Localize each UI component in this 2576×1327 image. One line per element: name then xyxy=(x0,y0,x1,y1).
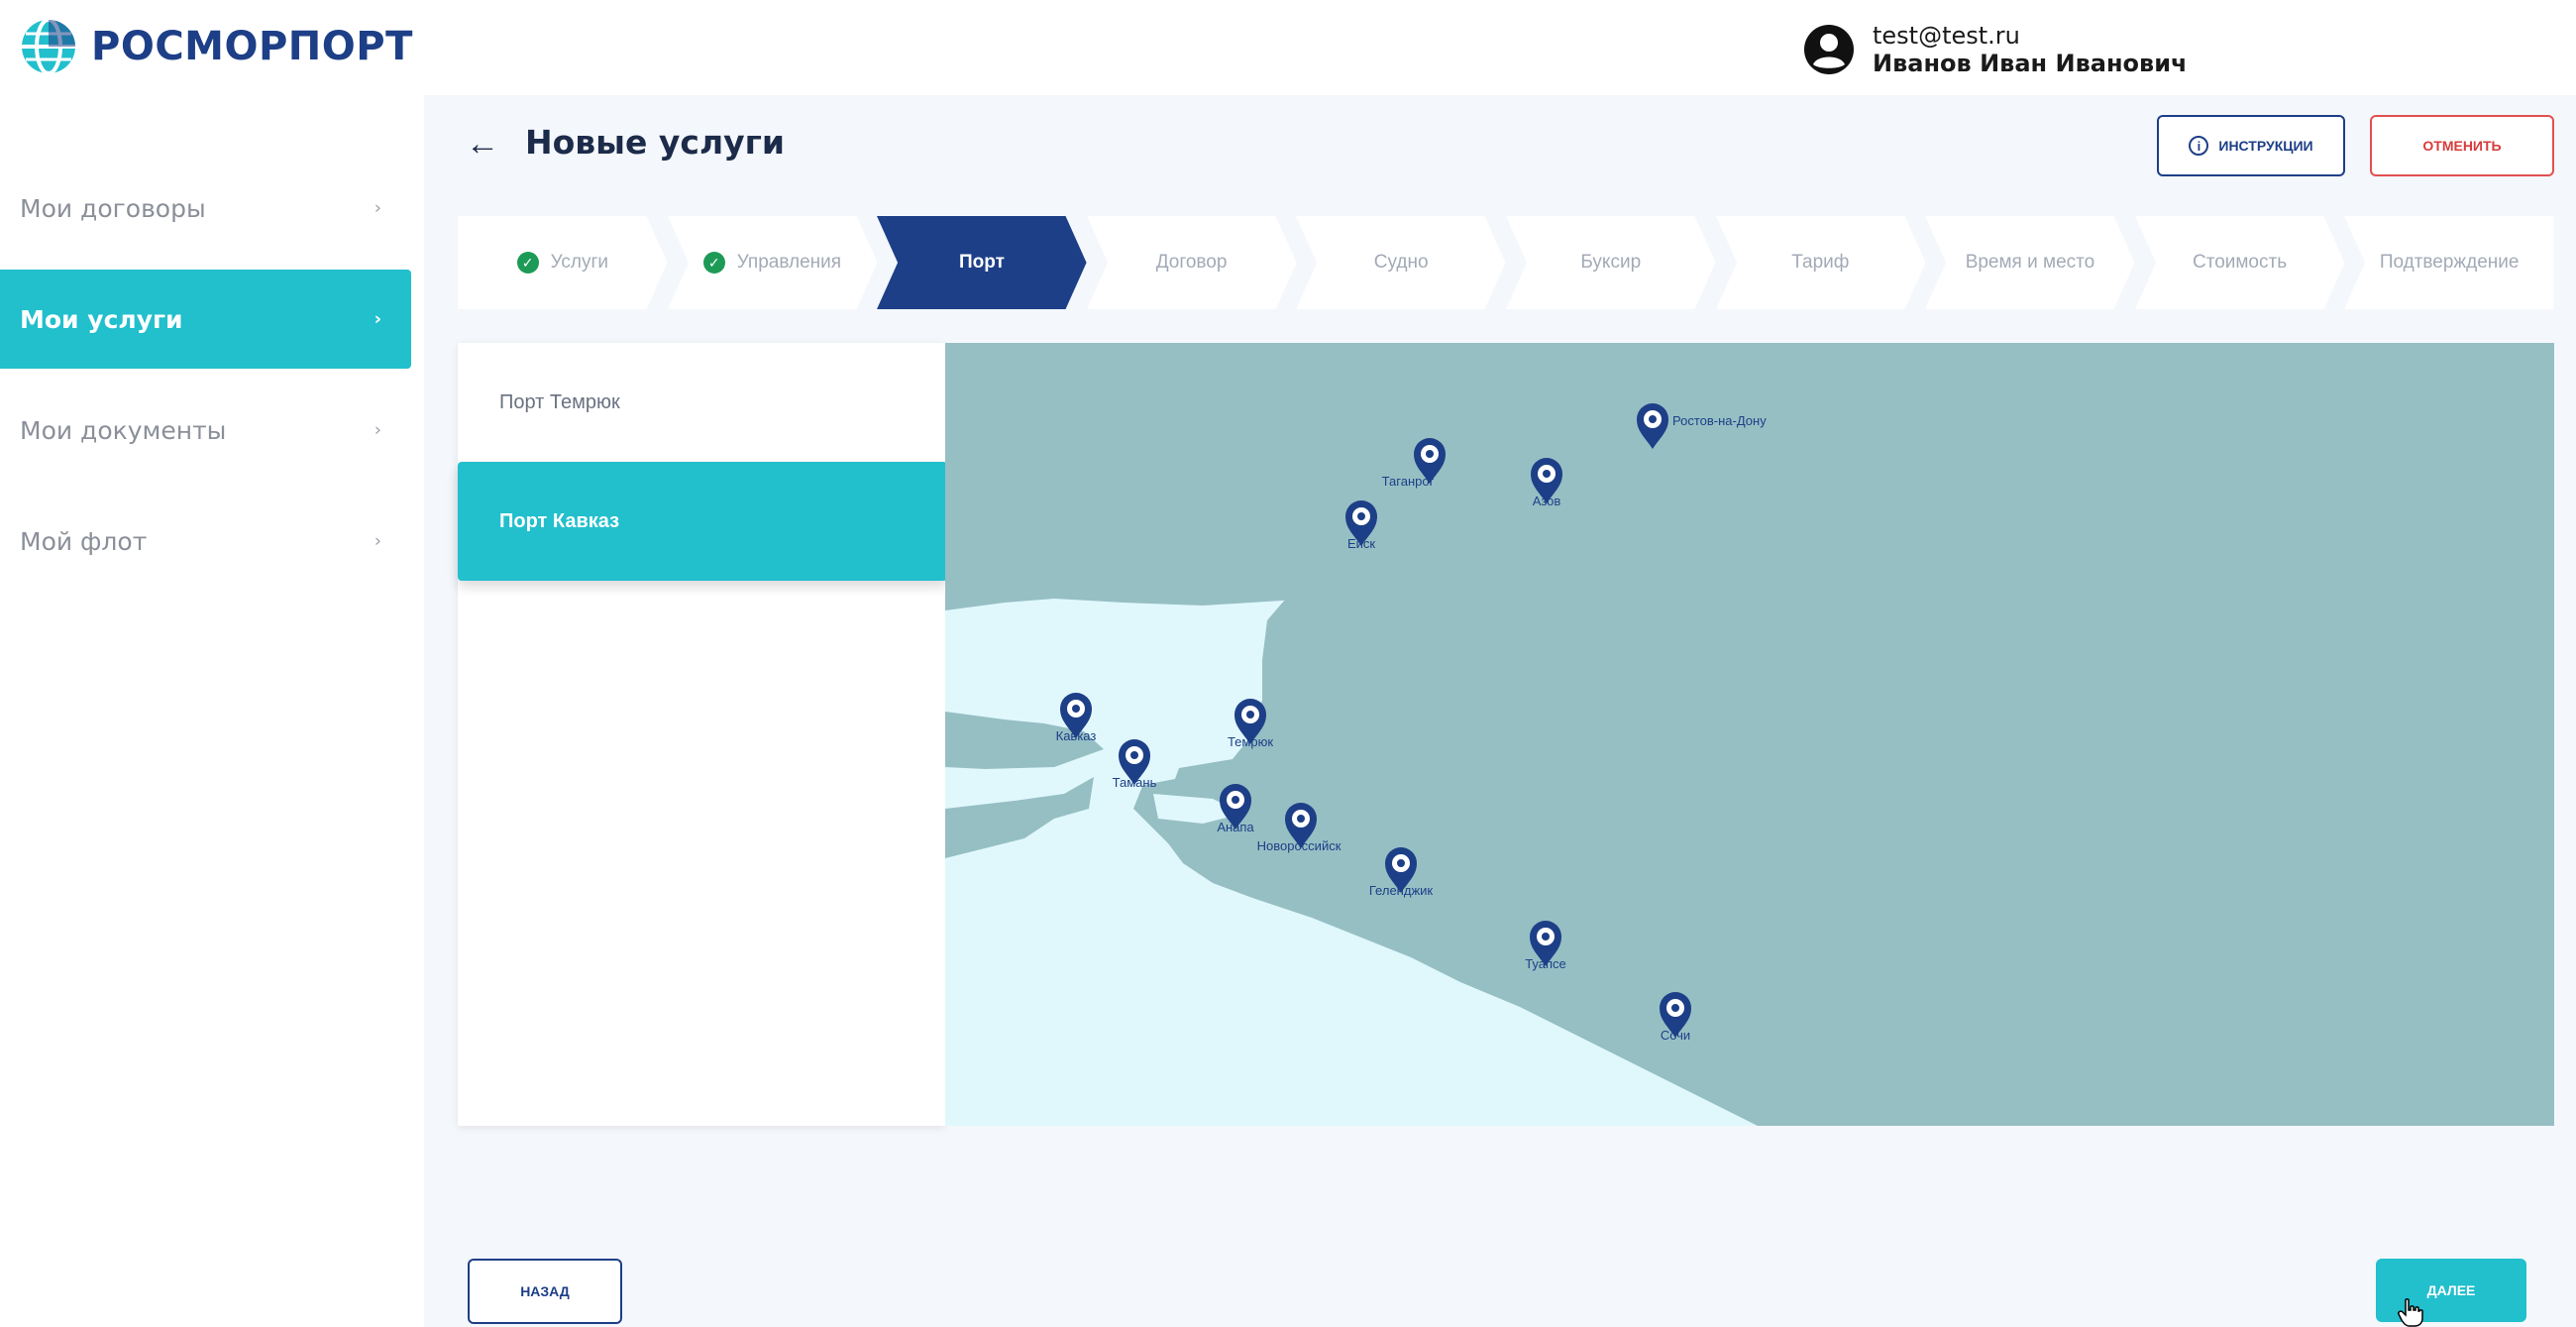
info-icon: i xyxy=(2189,136,2209,156)
check-icon: ✓ xyxy=(516,252,539,274)
anchor-dot xyxy=(1072,705,1080,713)
step-time-place[interactable]: Время и место xyxy=(1925,216,2135,309)
brand-name: РОСМОРПОРТ xyxy=(91,24,413,69)
user-name: Иванов Иван Иванович xyxy=(1873,50,2188,77)
port-item-temryuk[interactable]: Порт Темрюк xyxy=(458,343,945,462)
map-marker-label: Ростов-на-Дону xyxy=(1672,413,1767,428)
map-marker-label: Ейск xyxy=(1347,536,1375,551)
map-marker-label: Тамань xyxy=(1113,775,1157,790)
map-marker[interactable]: Азов xyxy=(1531,458,1562,508)
anchor-dot xyxy=(1426,450,1434,458)
anchor-dot xyxy=(1130,751,1138,759)
sidebar-item-services[interactable]: Мои услуги › xyxy=(0,270,411,369)
anchor-dot xyxy=(1232,796,1239,804)
map-marker-label: Таганрог xyxy=(1382,474,1435,489)
map-marker-label: Сочи xyxy=(1661,1028,1690,1043)
back-arrow-icon[interactable]: ← xyxy=(466,125,499,164)
step-vessel[interactable]: Судно xyxy=(1296,216,1506,309)
step-tug[interactable]: Буксир xyxy=(1505,216,1716,309)
map-marker[interactable]: Ейск xyxy=(1345,500,1377,551)
user-email: test@test.ru xyxy=(1873,22,2020,50)
map-marker[interactable]: Сочи xyxy=(1660,992,1691,1043)
anchor-dot xyxy=(1246,711,1254,719)
chevron-right-icon: › xyxy=(374,419,381,441)
port-list: Порт Темрюк Порт Кавказ xyxy=(458,343,947,1126)
port-item-kavkaz[interactable]: Порт Кавказ xyxy=(458,462,947,581)
chevron-right-icon: › xyxy=(374,530,381,552)
page-title: Новые услуги xyxy=(525,123,786,162)
anchor-dot xyxy=(1397,859,1405,867)
sidebar-item-documents[interactable]: Мои документы › xyxy=(0,381,411,480)
hand-cursor-icon xyxy=(2398,1298,2423,1327)
brand-logo[interactable]: РОСМОРПОРТ xyxy=(20,18,413,75)
step-management[interactable]: ✓ Управления xyxy=(667,216,878,309)
wizard-stepper: ✓ Услуги ✓ Управления Порт Договор Судно… xyxy=(458,216,2554,309)
step-cost[interactable]: Стоимость xyxy=(2134,216,2345,309)
map-marker-label: Кавказ xyxy=(1056,728,1097,743)
cancel-button[interactable]: ОТМЕНИТЬ xyxy=(2370,115,2554,176)
step-services[interactable]: ✓ Услуги xyxy=(458,216,668,309)
anchor-dot xyxy=(1297,815,1305,823)
anchor-dot xyxy=(1671,1004,1679,1012)
chevron-right-icon: › xyxy=(374,308,381,330)
chevron-right-icon: › xyxy=(374,197,381,219)
user-profile[interactable]: test@test.ru Иванов Иван Иванович xyxy=(1803,22,2188,77)
check-icon: ✓ xyxy=(702,252,725,274)
step-confirmation[interactable]: Подтверждение xyxy=(2344,216,2554,309)
map-canvas[interactable]: Таганрог Азов Ростов-на-Дону Ейск Кавказ Темр… xyxy=(945,343,2554,1126)
anchor-dot xyxy=(1543,470,1551,478)
map-marker-label: Геленджик xyxy=(1369,883,1434,898)
sidebar-item-contracts[interactable]: Мои договоры › xyxy=(0,159,411,258)
anchor-dot xyxy=(1357,512,1365,520)
anchor-dot xyxy=(1542,933,1550,940)
step-tariff[interactable]: Тариф xyxy=(1715,216,1926,309)
step-contract[interactable]: Договор xyxy=(1086,216,1297,309)
map-marker-label: Темрюк xyxy=(1228,734,1273,749)
step-port[interactable]: Порт xyxy=(877,216,1087,309)
sidebar: Мои договоры › Мои услуги › Мои документ… xyxy=(0,159,411,603)
user-avatar-icon xyxy=(1804,25,1854,74)
map-marker-label: Новороссийск xyxy=(1257,838,1342,853)
instructions-button[interactable]: i ИНСТРУКЦИИ xyxy=(2157,115,2345,176)
globe-icon xyxy=(22,18,75,75)
map-marker-label: Анапа xyxy=(1217,820,1254,834)
anchor-dot xyxy=(1649,415,1657,423)
ports-map[interactable]: Таганрог Азов Ростов-на-Дону Ейск Кавказ Темр… xyxy=(945,343,2554,1126)
map-marker-label: Азов xyxy=(1533,494,1561,508)
back-button[interactable]: НАЗАД xyxy=(468,1259,622,1324)
sidebar-item-fleet[interactable]: Мой флот › xyxy=(0,492,411,591)
map-marker-label: Туапсе xyxy=(1525,956,1566,971)
